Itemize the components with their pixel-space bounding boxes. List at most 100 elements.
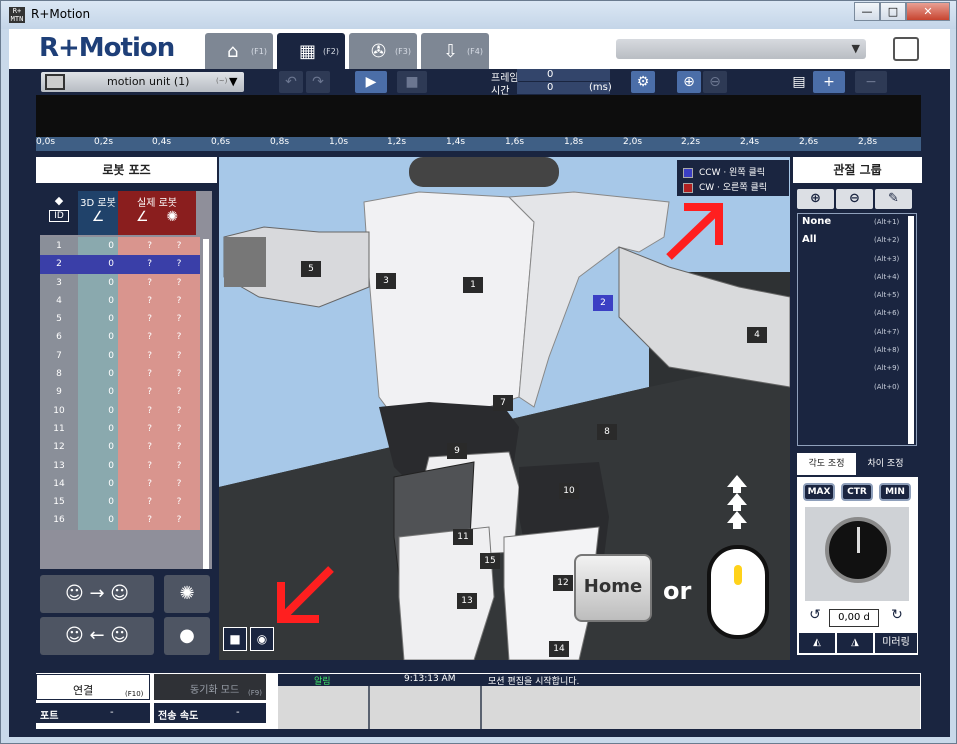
joint-group-item[interactable]: None (Alt+1) [798, 214, 916, 232]
joint-label-4[interactable]: 4 [747, 327, 767, 343]
pose-real-to-3d-button[interactable]: ☺ ← ☺ [40, 617, 154, 655]
led-on-button[interactable]: ✺ [164, 575, 210, 613]
frame-value: 0 [547, 69, 554, 80]
tab-download[interactable]: ⇩ (F4) [421, 33, 489, 69]
add-group-button[interactable]: ⊕ [797, 189, 834, 209]
joint-group-item[interactable]: All (Alt+2) [798, 232, 916, 250]
play-button[interactable]: ▶ [355, 71, 387, 93]
pose-3d-value-cell: 0 [78, 255, 118, 274]
robot-3d-viewport[interactable]: CCW · 왼쪽 클릭 CW · 오른쪽 클릭 Home or 1 2 3 4 … [219, 157, 790, 660]
joint-label-13[interactable]: 13 [457, 593, 477, 609]
joint-label-5[interactable]: 5 [301, 261, 321, 277]
joint-group-item[interactable]: (Alt+3) [798, 251, 916, 269]
pose-row[interactable]: 9 0?? [40, 383, 200, 402]
pose-row[interactable]: 4 0?? [40, 291, 200, 311]
ruler-tick: 2,2s [681, 137, 701, 147]
pose-row[interactable]: 5 0?? [40, 310, 200, 329]
angle-value-field[interactable]: 0,00 d [829, 609, 879, 627]
joint-label-15[interactable]: 15 [480, 553, 500, 569]
joint-label-8[interactable]: 8 [597, 424, 617, 440]
pose-3d-to-real-button[interactable]: ☺ → ☺ [40, 575, 154, 613]
close-button[interactable]: ✕ [906, 2, 950, 21]
joint-label-10[interactable]: 10 [559, 483, 579, 499]
pose-row[interactable]: 12 0?? [40, 438, 200, 457]
sync-mode-button[interactable]: 동기화 모드 (F9) [154, 674, 266, 700]
angle-knob-area[interactable] [805, 507, 909, 601]
joint-label-2[interactable]: 2 [593, 295, 613, 311]
joint-label-3[interactable]: 3 [376, 273, 396, 289]
gear-icon[interactable]: ⚙ [631, 71, 655, 93]
ctr-button[interactable]: CTR [841, 483, 873, 501]
joint-label-11[interactable]: 11 [453, 529, 473, 545]
message-log[interactable]: 알림 9:13:13 AM 모션 편집을 시작합니다. [278, 674, 920, 729]
max-button[interactable]: MAX [803, 483, 835, 501]
real-robot-column-header[interactable]: 실제 로봇 ∠ ✺ [118, 191, 196, 235]
pose-row[interactable]: 15 0?? [40, 493, 200, 512]
tab-reel[interactable]: ✇ (F3) [349, 33, 417, 69]
joint-group-item[interactable]: (Alt+7) [798, 324, 916, 342]
timeline-ruler[interactable]: 0,0s 0,2s 0,4s 0,6s 0,8s 1,0s 1,2s 1,4s … [36, 137, 921, 151]
log-col-time [370, 686, 480, 729]
id-column-header[interactable]: ◆ ID [40, 191, 78, 235]
pose-3d-value-cell: 0 [78, 328, 118, 347]
joint-label-1[interactable]: 1 [463, 277, 483, 293]
zoom-in-icon[interactable]: ⊕ [677, 71, 701, 93]
grid-scrollbar[interactable] [203, 239, 209, 569]
title-bar[interactable]: R+ MTN R+Motion — □ ✕ [1, 1, 956, 29]
pose-row[interactable]: 14 0?? [40, 474, 200, 494]
pose-row[interactable]: 7 0?? [40, 346, 200, 366]
rotate-cw-icon[interactable]: ↻ [887, 607, 907, 627]
mirror-right-icon[interactable]: ◮ [837, 633, 873, 653]
connect-button[interactable]: 연결 (F10) [36, 674, 150, 700]
ruler-tick: 1,2s [387, 137, 407, 147]
joint-group-item[interactable]: (Alt+8) [798, 342, 916, 360]
joint-group-item[interactable]: (Alt+4) [798, 269, 916, 287]
minimize-button[interactable]: — [854, 2, 880, 21]
main-tabs: ⌂ (F1) ▦ (F2) ✇ (F3) ⇩ (F4) [205, 33, 493, 69]
pose-row[interactable]: 8 0?? [40, 365, 200, 384]
camera-icon[interactable]: ■ [223, 627, 247, 651]
mirror-button[interactable]: 미러링 [875, 633, 917, 653]
rotate-ccw-icon[interactable]: ↺ [805, 607, 825, 627]
3d-robot-column-header[interactable]: 3D 로봇 ∠ [78, 191, 118, 235]
joint-group-item[interactable]: (Alt+6) [798, 305, 916, 323]
pose-row[interactable]: 6 0?? [40, 328, 200, 347]
pose-row[interactable]: 10 0?? [40, 401, 200, 420]
joint-label-14[interactable]: 14 [549, 641, 569, 657]
pose-row[interactable]: 1 0?? [40, 237, 200, 256]
redo-button[interactable]: ↷ [306, 71, 330, 93]
clapper-icon[interactable]: ▤ [787, 71, 811, 93]
pose-id-cell: 4 [40, 291, 78, 311]
joint-label-9[interactable]: 9 [447, 443, 467, 459]
joint-label-7[interactable]: 7 [493, 395, 513, 411]
remove-frame-button[interactable]: − [855, 71, 887, 93]
file-combo[interactable]: ▼ [616, 39, 866, 59]
angle-knob[interactable] [825, 517, 891, 583]
screenshot-icon[interactable]: ◉ [250, 627, 274, 651]
joint-label-12[interactable]: 12 [553, 575, 573, 591]
pose-row[interactable]: 11 0?? [40, 419, 200, 439]
remove-group-button[interactable]: ⊖ [836, 189, 873, 209]
pose-row[interactable]: 13 0?? [40, 456, 200, 475]
maximize-button[interactable]: □ [880, 2, 906, 21]
joint-group-item[interactable]: (Alt+9) [798, 360, 916, 378]
mirror-left-icon[interactable]: ◭ [799, 633, 835, 653]
tab-home[interactable]: ⌂ (F1) [205, 33, 273, 69]
stop-button[interactable]: ■ [397, 71, 427, 93]
zoom-out-icon[interactable]: ⊖ [703, 71, 727, 93]
tab-angle-adjust[interactable]: 각도 조정 [797, 453, 856, 475]
undo-button[interactable]: ↶ [279, 71, 303, 93]
pose-row[interactable]: 2 0?? [40, 255, 200, 274]
tab-diff-adjust[interactable]: 차이 조정 [856, 453, 915, 475]
save-icon[interactable] [893, 37, 919, 61]
pose-row[interactable]: 3 0?? [40, 273, 200, 292]
motion-unit-select[interactable]: motion unit (1) (~) ▼ [41, 72, 244, 92]
led-off-button[interactable]: ● [164, 617, 210, 655]
edit-group-button[interactable]: ✎ [875, 189, 912, 209]
tab-motion[interactable]: ▦ (F2) [277, 33, 345, 69]
pose-row[interactable]: 16 0?? [40, 511, 200, 530]
add-frame-button[interactable]: + [813, 71, 845, 93]
joint-group-item[interactable]: (Alt+0) [798, 379, 916, 397]
min-button[interactable]: MIN [879, 483, 911, 501]
joint-group-item[interactable]: (Alt+5) [798, 287, 916, 305]
